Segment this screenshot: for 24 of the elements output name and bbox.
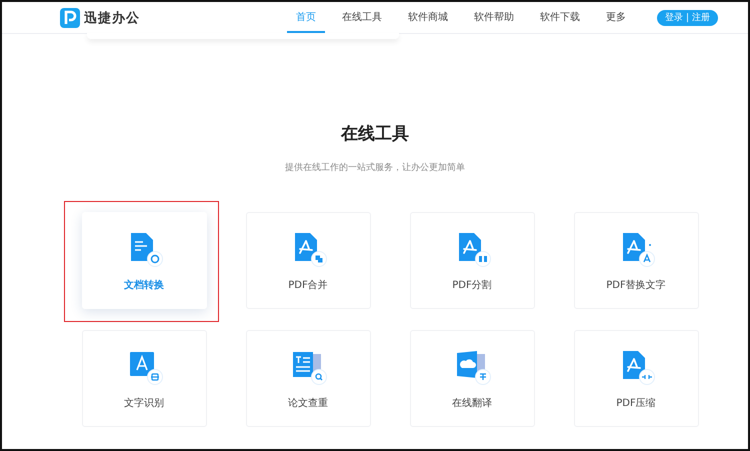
section-title: 在线工具 <box>341 123 409 145</box>
tool-card[interactable]: 文字识别 <box>82 330 206 427</box>
nav-link[interactable]: 软件商城 <box>399 2 457 33</box>
tool-label: PDF替换文字 <box>606 278 666 292</box>
tool-label: PDF压缩 <box>616 396 656 410</box>
tool-label: PDF合并 <box>288 278 328 292</box>
tool-label: 文档转换 <box>124 278 164 292</box>
tool-label: 在线翻译 <box>452 396 492 410</box>
tool-card[interactable]: PDF压缩 <box>574 330 698 427</box>
nav-link[interactable]: 在线工具 <box>333 2 391 33</box>
section-subtitle: 提供在线工作的一站式服务，让办公更加简单 <box>285 162 465 174</box>
tool-card[interactable]: PDF合并 <box>246 212 370 309</box>
logo-icon <box>60 8 80 28</box>
tool-label: 论文查重 <box>288 396 328 410</box>
tool-card[interactable]: PDF分割 <box>410 212 534 309</box>
tool-card[interactable]: 在线翻译 <box>410 330 534 427</box>
nav-link[interactable]: 软件下载 <box>531 2 589 33</box>
tool-label: PDF分割 <box>452 278 492 292</box>
logo-text: 迅捷办公 <box>84 10 140 26</box>
tool-card[interactable]: PDF替换文字 <box>574 212 698 309</box>
tool-card[interactable]: 论文查重 <box>246 330 370 427</box>
tool-label: 文字识别 <box>124 396 164 410</box>
nav-link[interactable]: 软件帮助 <box>465 2 523 33</box>
nav-link[interactable]: 更多 <box>597 2 635 33</box>
